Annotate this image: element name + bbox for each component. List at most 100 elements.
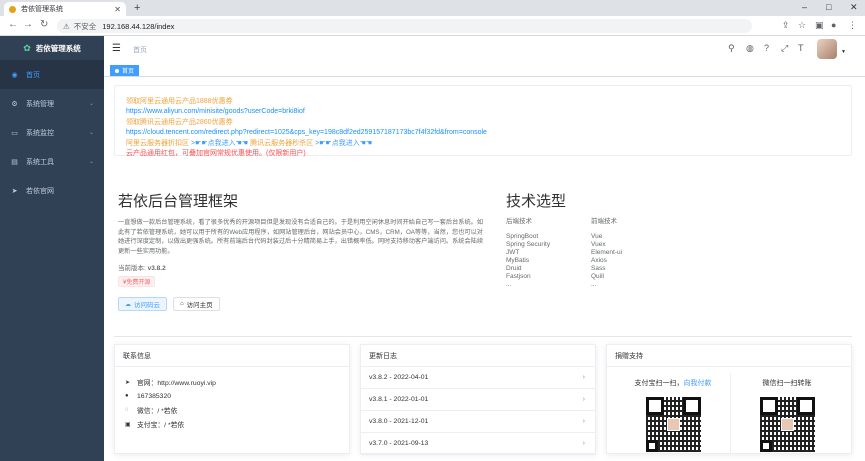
profile-icon[interactable]: ● [831, 20, 836, 30]
send-icon: ➤ [11, 187, 18, 195]
cloud-icon: ☁ [125, 301, 131, 308]
changelog-item[interactable]: v3.8.1 - 2022-01-01 › [361, 389, 595, 411]
tech-item: Spring Security [506, 241, 551, 248]
menu-dots-icon[interactable]: ⋮ [848, 20, 857, 31]
version-label: 当前版本: [118, 265, 146, 272]
promo-line[interactable]: 领取腾讯云通用云产品2860优惠券 [126, 118, 851, 128]
tag-home[interactable]: 首页 [110, 65, 140, 76]
minimize-icon[interactable]: – [802, 2, 807, 12]
changelog-item[interactable]: v3.7.0 - 2021-09-13 › [361, 433, 595, 455]
visit-homepage-button[interactable]: ⌂ 访问主页 [173, 297, 220, 311]
url-text: 192.168.44.128/index [102, 21, 175, 31]
github-icon[interactable]: ◍ [746, 43, 754, 54]
frontend-tech-list: 前端技术 Vue Vuex Element-ui Axios Sass Quil… [591, 218, 622, 289]
promo-link[interactable]: https://cloud.tencent.com/redirect.php?r… [126, 128, 851, 138]
tech-item: ... [591, 281, 597, 288]
fullscreen-icon[interactable]: ⤢ [781, 43, 788, 54]
button-label: 访问码云 [134, 302, 160, 309]
promo-line[interactable]: 云产品通用红包，可叠加官网常规优惠使用。(仅限新用户) [126, 149, 851, 159]
hamburger-icon[interactable]: ☰ [112, 43, 121, 54]
new-tab-button[interactable]: + [134, 2, 140, 14]
qr-avatar [780, 418, 794, 431]
qr-corner [759, 440, 772, 452]
wechat-qr-code [759, 397, 815, 452]
share-icon[interactable]: ⇪ [782, 20, 790, 31]
chat-icon: ◌ [125, 407, 129, 413]
sidebar-item-label: 系统管理 [26, 100, 54, 108]
url-field[interactable]: ⚠ 不安全 192.168.44.128/index [57, 19, 752, 33]
sidebar-item-home[interactable]: ◉ 首页 [0, 60, 104, 89]
changelog-label: v3.8.1 - 2022-01-01 [369, 396, 429, 403]
tag-dot-icon [115, 68, 119, 73]
version-value: v3.8.2 [147, 265, 166, 272]
alipay-prefix: 支付宝扫一扫， [634, 380, 684, 387]
sidebar-logo[interactable]: ✿ 若依管理系统 [0, 36, 104, 60]
alipay-accent: 向我付款 [683, 380, 712, 387]
tech-item: JWT [506, 249, 520, 256]
close-window-icon[interactable]: ✕ [850, 2, 858, 13]
sidebar-item-label: 首页 [26, 71, 40, 79]
send-icon: ➤ [125, 379, 131, 386]
font-size-icon[interactable]: T [798, 43, 804, 53]
contact-text[interactable]: 官网：http://www.ruoyi.vip [137, 377, 216, 387]
tech-item: Vue [591, 233, 603, 240]
avatar[interactable] [817, 39, 837, 59]
backend-tech-list: 后端技术 SpringBoot Spring Security JWT MyBa… [506, 218, 550, 289]
contact-website: ➤ 官网：http://www.ruoyi.vip [115, 375, 349, 389]
warning-icon: ⚠ [63, 21, 70, 31]
question-icon[interactable]: ? [764, 43, 769, 53]
contact-text: 支付宝：/ *若依 [137, 422, 185, 429]
promo-line[interactable]: 领取阿里云通用云产品1888优惠券 [126, 97, 851, 107]
chevron-down-icon: ⌄ [88, 101, 94, 107]
browser-tab[interactable]: 若依管理系统 ✕ [4, 2, 126, 16]
sidebar-item-label: 系统工具 [26, 158, 54, 166]
navbar: ☰ 首页 ⚲ ◍ ? ⤢ T ▼ [104, 36, 865, 62]
money-icon: ▣ [125, 421, 131, 428]
card-title: 联系信息 [115, 345, 349, 367]
button-label: 访问主页 [186, 302, 213, 309]
sidebar-panel-icon[interactable]: ▣ [815, 20, 824, 31]
search-icon[interactable]: ⚲ [728, 43, 735, 54]
sidebar: ✿ 若依管理系统 ◉ 首页 ⚙ 系统管理 ⌄ ▭ 系统监控 ⌄ ▤ 系统工具 ⌄… [0, 36, 104, 461]
caret-down-icon[interactable]: ▼ [841, 49, 846, 55]
promo-link[interactable]: https://www.aliyun.com/minisite/goods?us… [126, 107, 851, 117]
donate-card: 捐赠支持 支付宝扫一扫，向我付款 微信扫一扫转账 [606, 344, 852, 454]
sidebar-item-website[interactable]: ➤ 若依官网 [0, 176, 104, 205]
chevron-right-icon: › [582, 374, 585, 381]
address-bar: ← → ↻ ⚠ 不安全 192.168.44.128/index ⇪ ☆ ▣ ●… [0, 16, 865, 36]
visit-gitee-button[interactable]: ☁ 访问码云 [118, 297, 167, 311]
changelog-item[interactable]: v3.8.0 - 2021-12-01 › [361, 411, 595, 433]
tool-icon: ▤ [11, 158, 18, 166]
sidebar-item-monitor[interactable]: ▭ 系统监控 ⌄ [0, 118, 104, 147]
gear-icon: ⚙ [11, 100, 18, 108]
chevron-right-icon: › [582, 440, 585, 447]
forward-icon[interactable]: → [23, 19, 33, 30]
contact-text: 167385320 [137, 392, 172, 400]
sidebar-item-tools[interactable]: ▤ 系统工具 ⌄ [0, 147, 104, 176]
maximize-icon[interactable]: □ [826, 2, 831, 12]
tech-title: 技术选型 [506, 193, 567, 210]
intro-title: 若依后台管理框架 [118, 193, 239, 210]
back-icon[interactable]: ← [8, 19, 18, 30]
promo-line[interactable]: 阿里云服务器折扣区 [126, 140, 189, 147]
chevron-down-icon: ⌄ [88, 130, 94, 136]
tab-close-icon[interactable]: ✕ [114, 5, 121, 14]
changelog-label: v3.8.0 - 2021-12-01 [369, 418, 429, 425]
bookmark-star-icon[interactable]: ☆ [798, 20, 806, 31]
sidebar-item-system[interactable]: ⚙ 系统管理 ⌄ [0, 89, 104, 118]
promo-line[interactable]: 腾讯云服务器秒杀区 [250, 140, 313, 147]
changelog-item[interactable]: v3.8.2 - 2022-04-01 › [361, 367, 595, 389]
reload-icon[interactable]: ↻ [40, 19, 48, 30]
contact-alipay: ▣ 支付宝：/ *若依 [115, 417, 349, 431]
backend-title: 后端技术 [506, 218, 532, 225]
tech-item: Element-ui [591, 249, 623, 256]
breadcrumb[interactable]: 首页 [133, 45, 147, 55]
promo-enter-link[interactable]: >☛☛点我进入☚☚ [315, 140, 372, 147]
promo-enter-link[interactable]: >☛☛点我进入☚☚ [191, 140, 248, 147]
wechat-donate: 微信扫一扫转账 [737, 378, 837, 452]
logo-icon: ✿ [23, 42, 31, 53]
contact-qq: ● 167385320 [115, 389, 349, 403]
tech-item: Fastjson [506, 273, 531, 280]
alipay-title: 支付宝扫一扫，向我付款 [623, 378, 723, 388]
tab-title: 若依管理系统 [21, 6, 63, 13]
